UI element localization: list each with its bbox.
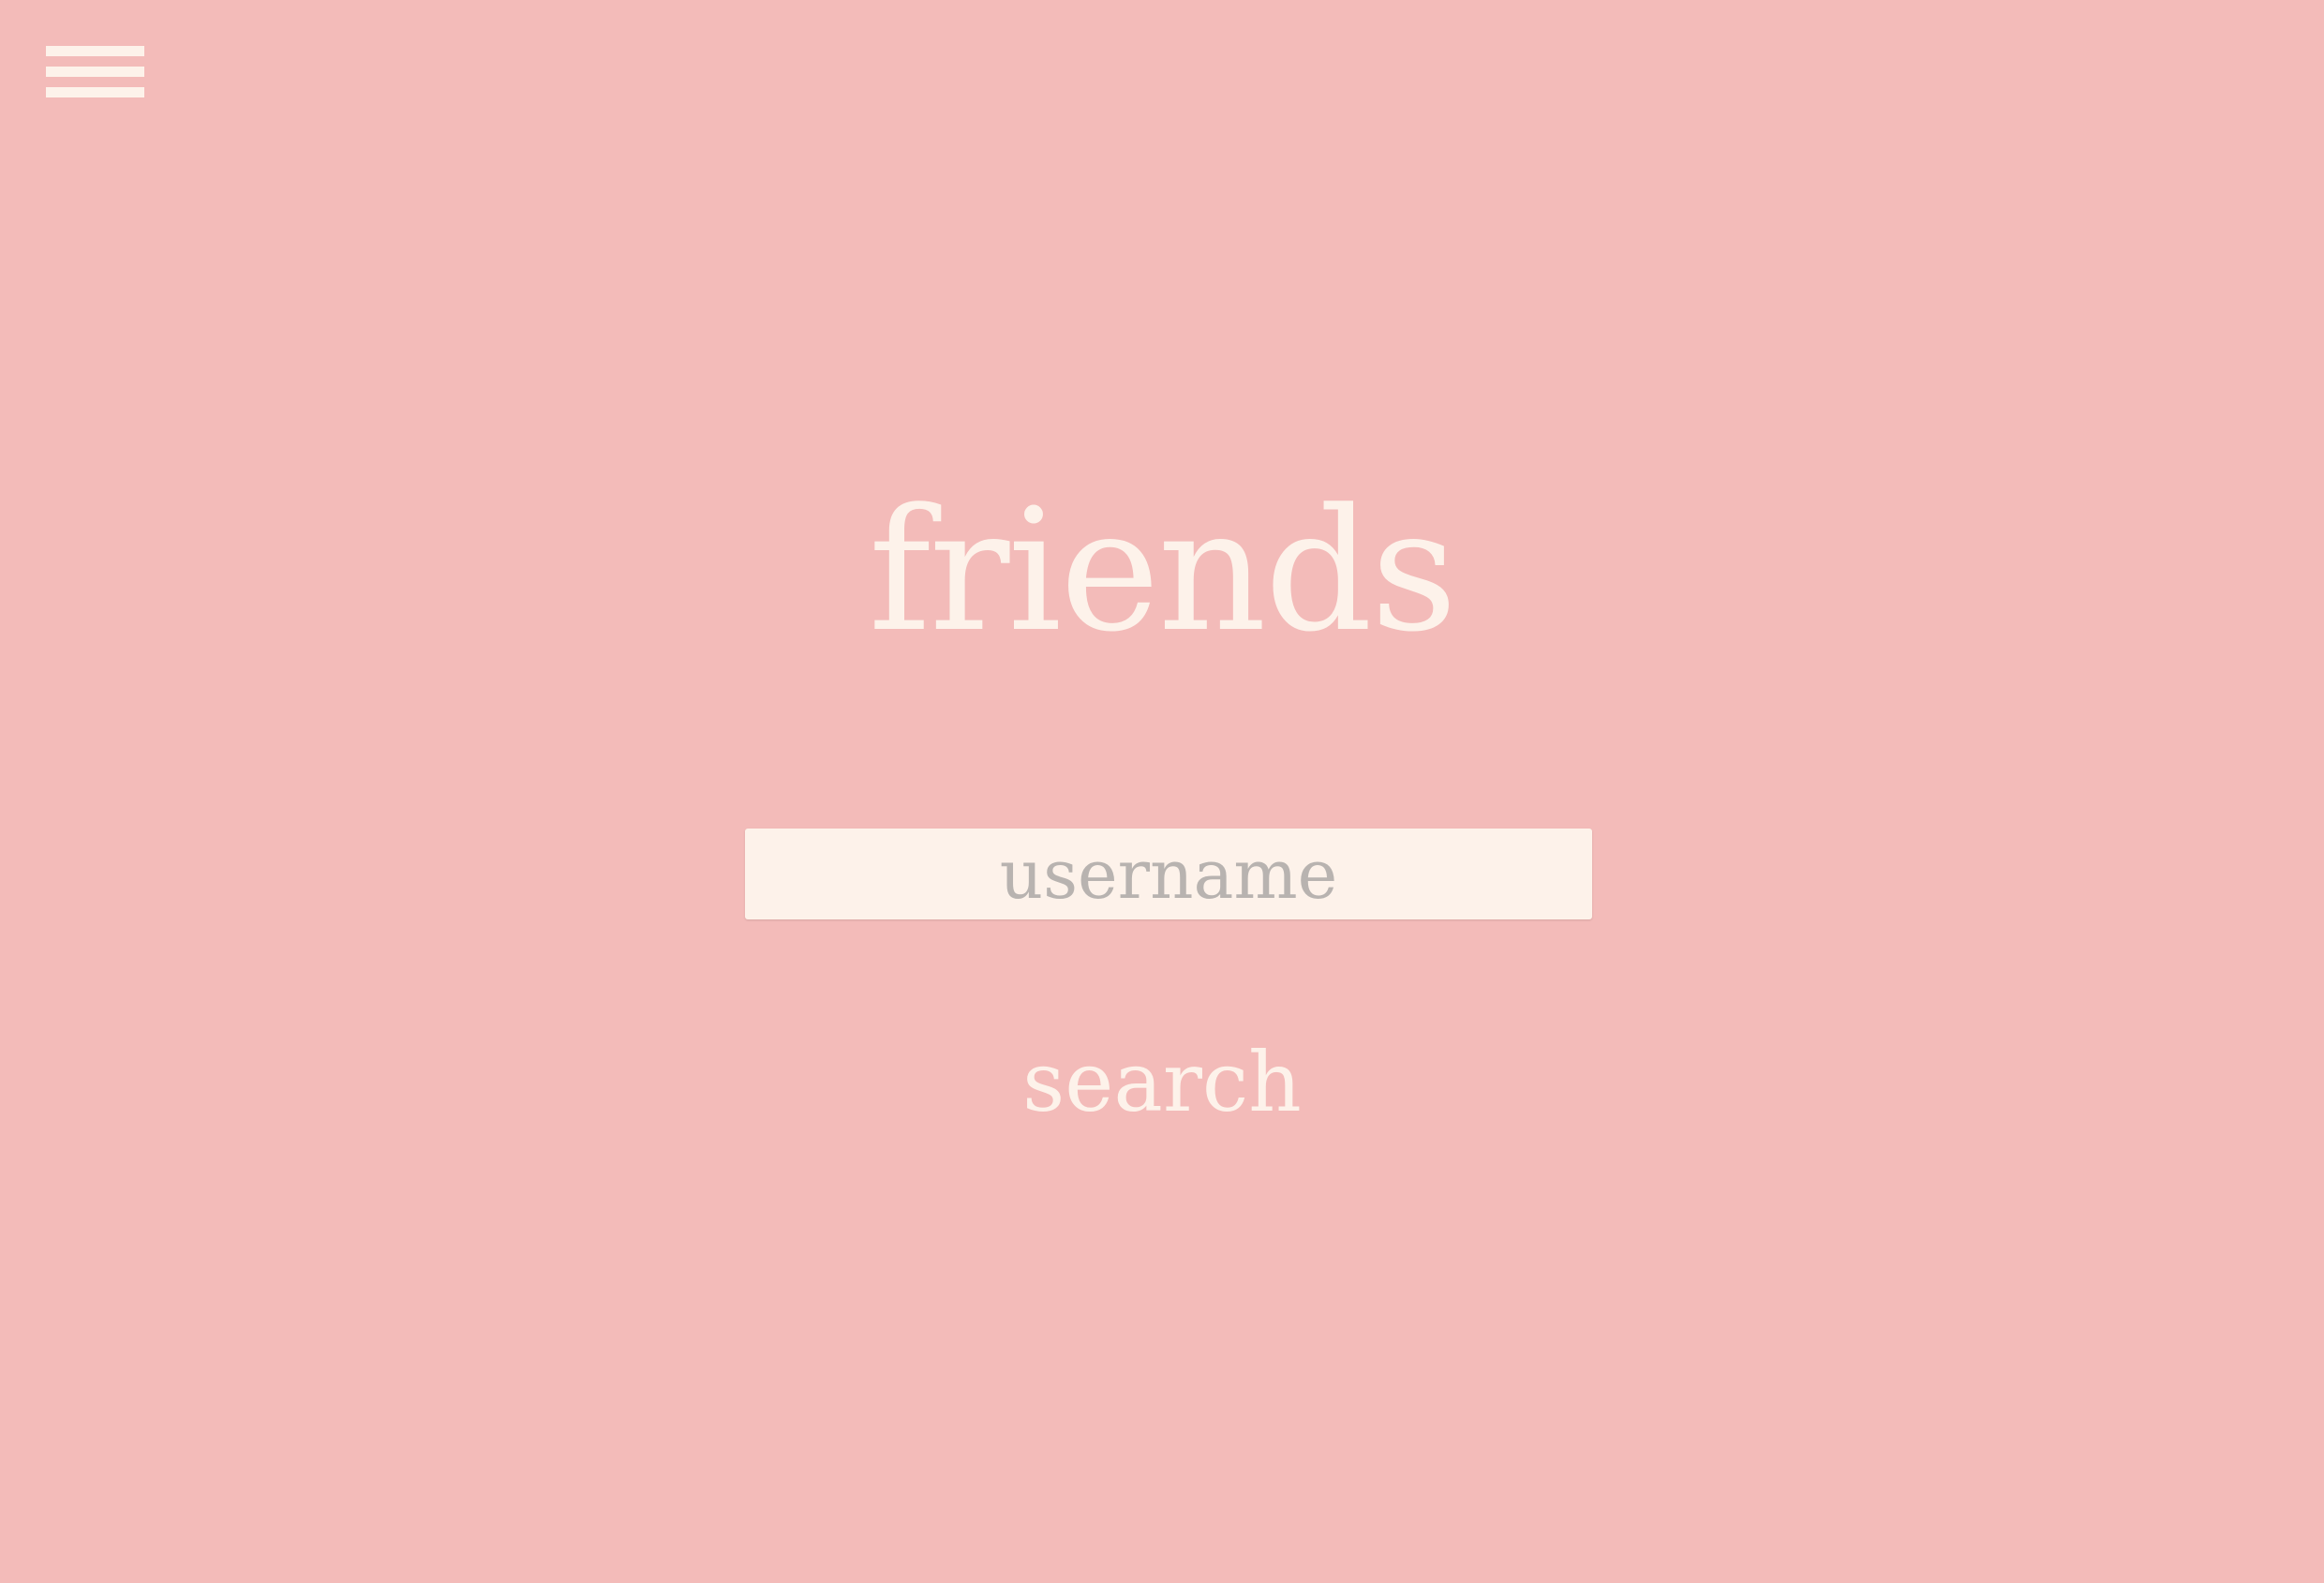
username-input[interactable]	[745, 829, 1592, 919]
page-title: friends	[868, 473, 1457, 669]
menu-icon-bar	[46, 67, 144, 77]
search-button[interactable]: search	[975, 1031, 1349, 1134]
menu-icon[interactable]	[46, 44, 144, 100]
menu-icon-bar	[46, 46, 144, 56]
menu-icon-bar	[46, 87, 144, 97]
